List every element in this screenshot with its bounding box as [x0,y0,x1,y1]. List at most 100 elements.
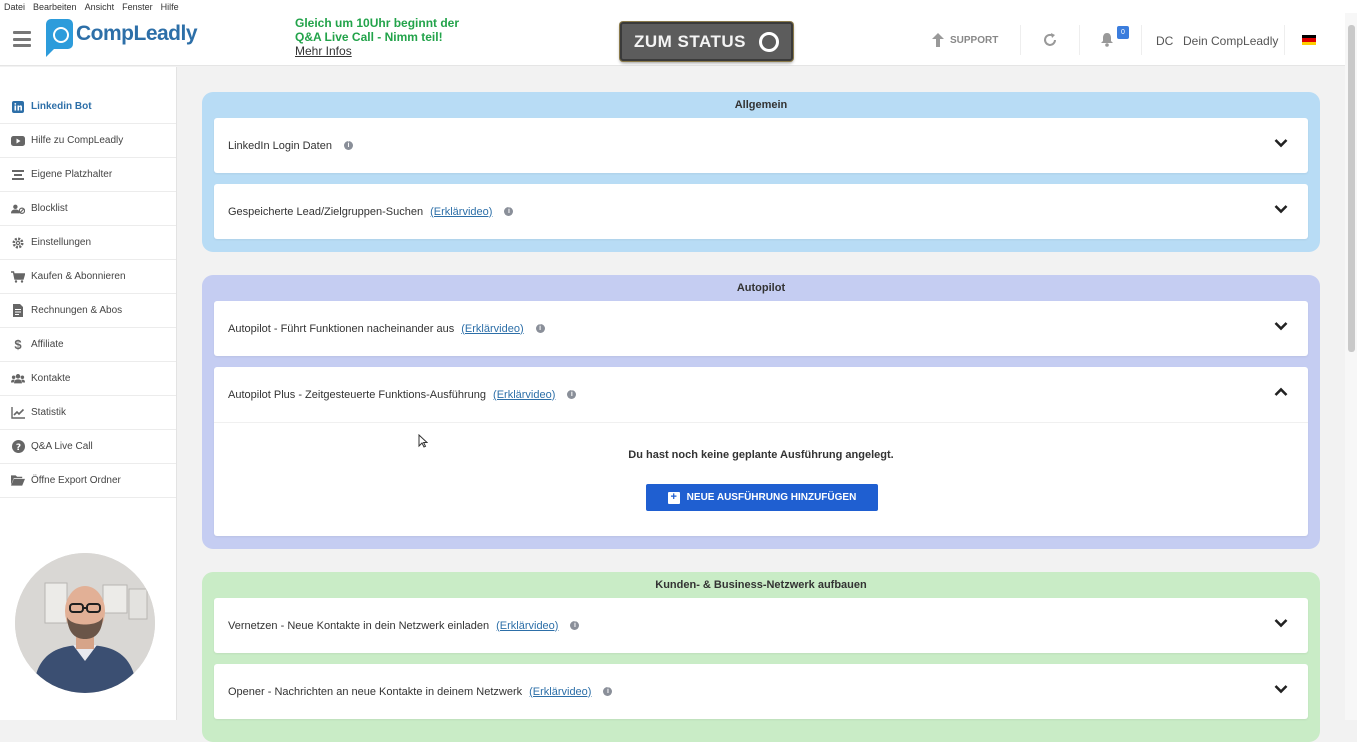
erklaervideo-link[interactable]: (Erklärvideo) [461,323,523,335]
sidebar-item-kontakte[interactable]: Kontakte [0,362,176,396]
sidebar-item-label: Kaufen & Abonnieren [31,271,126,282]
sidebar-item-label: Öffne Export Ordner [31,475,121,486]
info-icon[interactable]: i [570,621,580,630]
menu-bearbeiten[interactable]: Bearbeiten [33,2,77,12]
sidebar-item-label: Kontakte [31,373,71,384]
card-linkedin-login[interactable]: LinkedIn Login Daten i [214,118,1308,173]
menu-ansicht[interactable]: Ansicht [85,2,115,12]
chevron-down-icon[interactable] [1274,684,1288,694]
card-header[interactable]: Vernetzen - Neue Kontakte in dein Netzwe… [214,598,1308,653]
gear-icon [11,236,25,250]
sidebar-item-label: Affiliate [31,339,64,350]
refresh-icon[interactable] [1042,32,1058,48]
card-title: Vernetzen - Neue Kontakte in dein Netzwe… [228,619,490,632]
sidebar-item-label: Eigene Platzhalter [31,169,113,180]
erklaervideo-link[interactable]: (Erklärvideo) [430,206,492,218]
webcam-overlay [15,553,155,693]
menu-hilfe[interactable]: Hilfe [161,2,179,12]
sidebar-item-label: Statistik [31,407,67,418]
sidebar-item-blocklist[interactable]: Blocklist [0,192,176,226]
question-icon: ? [11,440,25,454]
card-header[interactable]: Autopilot - Führt Funktionen nacheinande… [214,301,1308,356]
sidebar-item-label: Einstellungen [31,237,92,248]
user-initials[interactable]: DC [1156,34,1173,48]
card-opener[interactable]: Opener - Nachrichten an neue Kontakte in… [214,664,1308,719]
card-body: Du hast noch keine geplante Ausführung a… [214,422,1308,511]
add-execution-label: NEUE AUSFÜHRUNG HINZUFÜGEN [686,492,857,503]
users-icon [11,372,25,386]
card-header[interactable]: LinkedIn Login Daten i [214,118,1308,173]
add-execution-button[interactable]: + NEUE AUSFÜHRUNG HINZUFÜGEN [646,484,878,511]
chevron-down-icon[interactable] [1274,618,1288,628]
sidebar-item-qa-live-call[interactable]: ? Q&A Live Call [0,430,176,464]
menu-datei[interactable]: Datei [4,2,25,12]
section-netzwerk: Kunden- & Business-Netzwerk aufbauen Ver… [202,572,1320,742]
section-title: Kunden- & Business-Netzwerk aufbauen [655,579,867,591]
sidebar-item-statistik[interactable]: Statistik [0,396,176,430]
chevron-down-icon[interactable] [1274,138,1288,148]
sidebar-item-kaufen[interactable]: Kaufen & Abonnieren [0,260,176,294]
card-header[interactable]: Autopilot Plus - Zeitgesteuerte Funktion… [214,367,1308,422]
header-divider [1284,25,1285,55]
chevron-up-icon[interactable] [1274,387,1288,397]
info-icon[interactable]: i [603,687,613,696]
dollar-icon: $ [14,337,22,352]
announcement-line-1: Gleich um 10Uhr beginnt der [295,16,460,30]
status-button[interactable]: ZUM STATUS [620,22,793,61]
sidebar-item-hilfe[interactable]: Hilfe zu CompLeadly [0,124,176,158]
app-logo[interactable]: CompLeadly [46,19,198,57]
svg-text:?: ? [15,443,20,453]
sidebar-item-rechnungen[interactable]: Rechnungen & Abos [0,294,176,328]
announcement: Gleich um 10Uhr beginnt der Q&A Live Cal… [295,16,495,58]
cart-icon [11,270,25,284]
chevron-down-icon[interactable] [1274,321,1288,331]
invoice-icon [11,304,25,318]
support-button[interactable]: SUPPORT [932,33,998,47]
info-icon[interactable]: i [567,390,577,399]
card-gespeicherte-suchen[interactable]: Gespeicherte Lead/Zielgruppen-Suchen (Er… [214,184,1308,239]
card-header[interactable]: Gespeicherte Lead/Zielgruppen-Suchen (Er… [214,184,1308,239]
sidebar-item-label: Blocklist [31,203,68,214]
section-title: Allgemein [734,99,788,111]
hamburger-menu-icon[interactable] [13,31,31,47]
card-title: Opener - Nachrichten an neue Kontakte in… [228,685,523,698]
menu-fenster[interactable]: Fenster [122,2,153,12]
top-header: CompLeadly Gleich um 10Uhr beginnt der Q… [0,13,1345,66]
erklaervideo-link[interactable]: (Erklärvideo) [496,620,558,632]
logo-badge-icon [46,19,73,57]
announcement-line-2: Q&A Live Call - Nimm teil! [295,30,443,44]
erklaervideo-link[interactable]: (Erklärvideo) [529,686,591,698]
announcement-more-link[interactable]: Mehr Infos [295,44,352,58]
sidebar-item-affiliate[interactable]: $ Affiliate [0,328,176,362]
sidebar-item-einstellungen[interactable]: Einstellungen [0,226,176,260]
card-autopilot[interactable]: Autopilot - Führt Funktionen nacheinande… [214,301,1308,356]
status-button-label: ZUM STATUS [634,31,747,51]
info-icon[interactable]: i [535,324,545,333]
scrollbar-thumb[interactable] [1348,25,1355,352]
sidebar-item-label: Rechnungen & Abos [31,305,123,316]
german-flag-icon[interactable] [1302,35,1316,45]
card-autopilot-plus[interactable]: Autopilot Plus - Zeitgesteuerte Funktion… [214,367,1308,536]
info-icon[interactable]: i [343,141,353,150]
page-scrollbar[interactable] [1345,13,1357,720]
plus-icon: + [667,491,680,504]
sidebar-item-linkedin-bot[interactable]: Linkedin Bot [0,90,176,124]
card-title: Autopilot Plus - Zeitgesteuerte Funktion… [228,388,487,401]
header-divider [1079,25,1080,55]
presenter-video-image [15,553,155,693]
empty-schedule-message: Du hast noch keine geplante Ausführung a… [628,449,894,461]
linkedin-icon [11,100,25,114]
chart-icon [11,406,25,420]
bell-icon[interactable] [1100,32,1114,47]
folder-icon [11,474,25,488]
user-name[interactable]: Dein CompLeadly [1183,34,1278,48]
chevron-down-icon[interactable] [1274,204,1288,214]
card-vernetzen[interactable]: Vernetzen - Neue Kontakte in dein Netzwe… [214,598,1308,653]
card-header[interactable]: Opener - Nachrichten an neue Kontakte in… [214,664,1308,719]
info-icon[interactable]: i [504,207,514,216]
section-autopilot: Autopilot Autopilot - Führt Funktionen n… [202,275,1320,549]
erklaervideo-link[interactable]: (Erklärvideo) [493,389,555,401]
sidebar-item-label: Hilfe zu CompLeadly [31,135,124,146]
sidebar-item-export-ordner[interactable]: Öffne Export Ordner [0,464,176,498]
sidebar-item-platzhalter[interactable]: Eigene Platzhalter [0,158,176,192]
